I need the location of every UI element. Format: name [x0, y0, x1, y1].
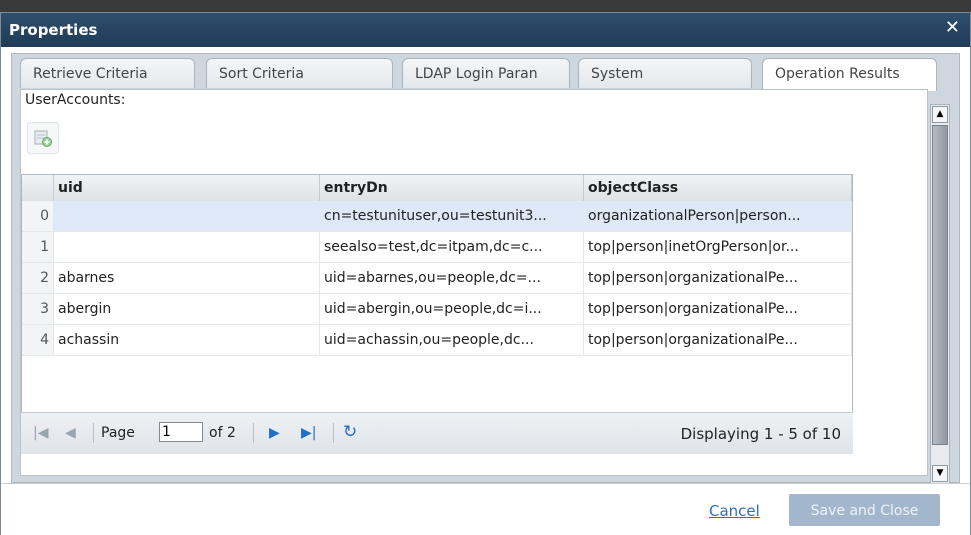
section-label: UserAccounts: — [25, 92, 126, 108]
cell-entrydn[interactable]: uid=abergin,ou=people,dc=i... — [320, 294, 584, 324]
table-row[interactable]: 2 abarnes uid=abarnes,ou=people,dc=... t… — [22, 263, 852, 294]
tab-ldap-login-param[interactable]: LDAP Login Paran — [402, 58, 570, 88]
scroll-thumb[interactable] — [932, 125, 948, 445]
cell-objectclass[interactable]: top|person|organizationalPe... — [584, 325, 852, 355]
tab-panel: Retrieve Criteria Sort Criteria LDAP Log… — [11, 53, 960, 484]
prev-page-icon[interactable]: ◀ — [65, 425, 76, 441]
refresh-icon[interactable]: ↻ — [343, 422, 357, 442]
column-header-objectclass[interactable]: objectClass — [584, 175, 852, 201]
row-number: 3 — [22, 294, 54, 324]
cell-objectclass[interactable]: top|person|organizationalPe... — [584, 294, 852, 324]
cancel-link[interactable]: Cancel — [709, 502, 760, 520]
properties-dialog: Properties ✕ Retrieve Criteria Sort Crit… — [0, 12, 971, 535]
page-label: Page — [101, 425, 135, 441]
tab-system[interactable]: System — [578, 58, 752, 88]
pager-separator — [93, 423, 94, 443]
last-page-icon[interactable]: ▶| — [301, 425, 316, 441]
cell-entrydn[interactable]: uid=abarnes,ou=people,dc=... — [320, 263, 584, 293]
tab-sort-criteria[interactable]: Sort Criteria — [206, 58, 393, 88]
dialog-footer: Cancel Save and Close — [1, 483, 970, 535]
cell-entrydn[interactable]: cn=testunituser,ou=testunit3... — [320, 201, 584, 231]
table-row[interactable]: 4 achassin uid=achassin,ou=people,dc... … — [22, 325, 852, 356]
cell-objectclass[interactable]: top|person|inetOrgPerson|or... — [584, 232, 852, 262]
add-row-icon — [34, 130, 52, 147]
row-number: 4 — [22, 325, 54, 355]
close-icon[interactable]: ✕ — [945, 19, 960, 37]
cell-uid[interactable]: abergin — [54, 294, 320, 324]
row-number-header — [22, 175, 54, 201]
add-row-button[interactable] — [27, 122, 59, 154]
operation-results-content: UserAccounts: uid entryDn objectClass 0 … — [20, 89, 928, 476]
pager-separator — [253, 423, 254, 443]
cell-objectclass[interactable]: top|person|organizationalPe... — [584, 263, 852, 293]
next-page-icon[interactable]: ▶ — [269, 425, 280, 441]
vertical-scrollbar[interactable]: ▲ ▼ — [930, 104, 950, 484]
page-count-label: of 2 — [209, 425, 236, 441]
display-status: Displaying 1 - 5 of 10 — [680, 425, 841, 443]
grid-header: uid entryDn objectClass — [22, 175, 852, 202]
scroll-down-arrow-icon[interactable]: ▼ — [932, 465, 948, 482]
dialog-titlebar: Properties ✕ — [1, 13, 970, 47]
table-row[interactable]: 0 cn=testunituser,ou=testunit3... organi… — [22, 201, 852, 232]
dialog-title: Properties — [9, 21, 98, 39]
cell-entrydn[interactable]: uid=achassin,ou=people,dc... — [320, 325, 584, 355]
pager-separator — [333, 423, 334, 443]
page-number-input[interactable] — [159, 422, 203, 442]
cell-uid[interactable] — [54, 201, 320, 231]
cell-objectclass[interactable]: organizationalPerson|person... — [584, 201, 852, 231]
column-header-uid[interactable]: uid — [54, 175, 320, 201]
column-header-entrydn[interactable]: entryDn — [320, 175, 584, 201]
save-and-close-button[interactable]: Save and Close — [789, 494, 940, 526]
first-page-icon[interactable]: |◀ — [33, 425, 48, 441]
table-row[interactable]: 3 abergin uid=abergin,ou=people,dc=i... … — [22, 294, 852, 325]
row-number: 2 — [22, 263, 54, 293]
paging-toolbar: |◀ ◀ Page of 2 ▶ ▶| ↻ Displaying 1 - 5 o… — [21, 412, 853, 454]
cell-entrydn[interactable]: seealso=test,dc=itpam,dc=c... — [320, 232, 584, 262]
table-row[interactable]: 1 seealso=test,dc=itpam,dc=c... top|pers… — [22, 232, 852, 263]
cell-uid[interactable] — [54, 232, 320, 262]
scroll-up-arrow-icon[interactable]: ▲ — [932, 106, 948, 123]
tab-retrieve-criteria[interactable]: Retrieve Criteria — [20, 58, 195, 88]
row-number: 0 — [22, 201, 54, 231]
background-strip — [0, 0, 971, 12]
tab-operation-results[interactable]: Operation Results — [762, 58, 937, 91]
cell-uid[interactable]: achassin — [54, 325, 320, 355]
cell-uid[interactable]: abarnes — [54, 263, 320, 293]
row-number: 1 — [22, 232, 54, 262]
